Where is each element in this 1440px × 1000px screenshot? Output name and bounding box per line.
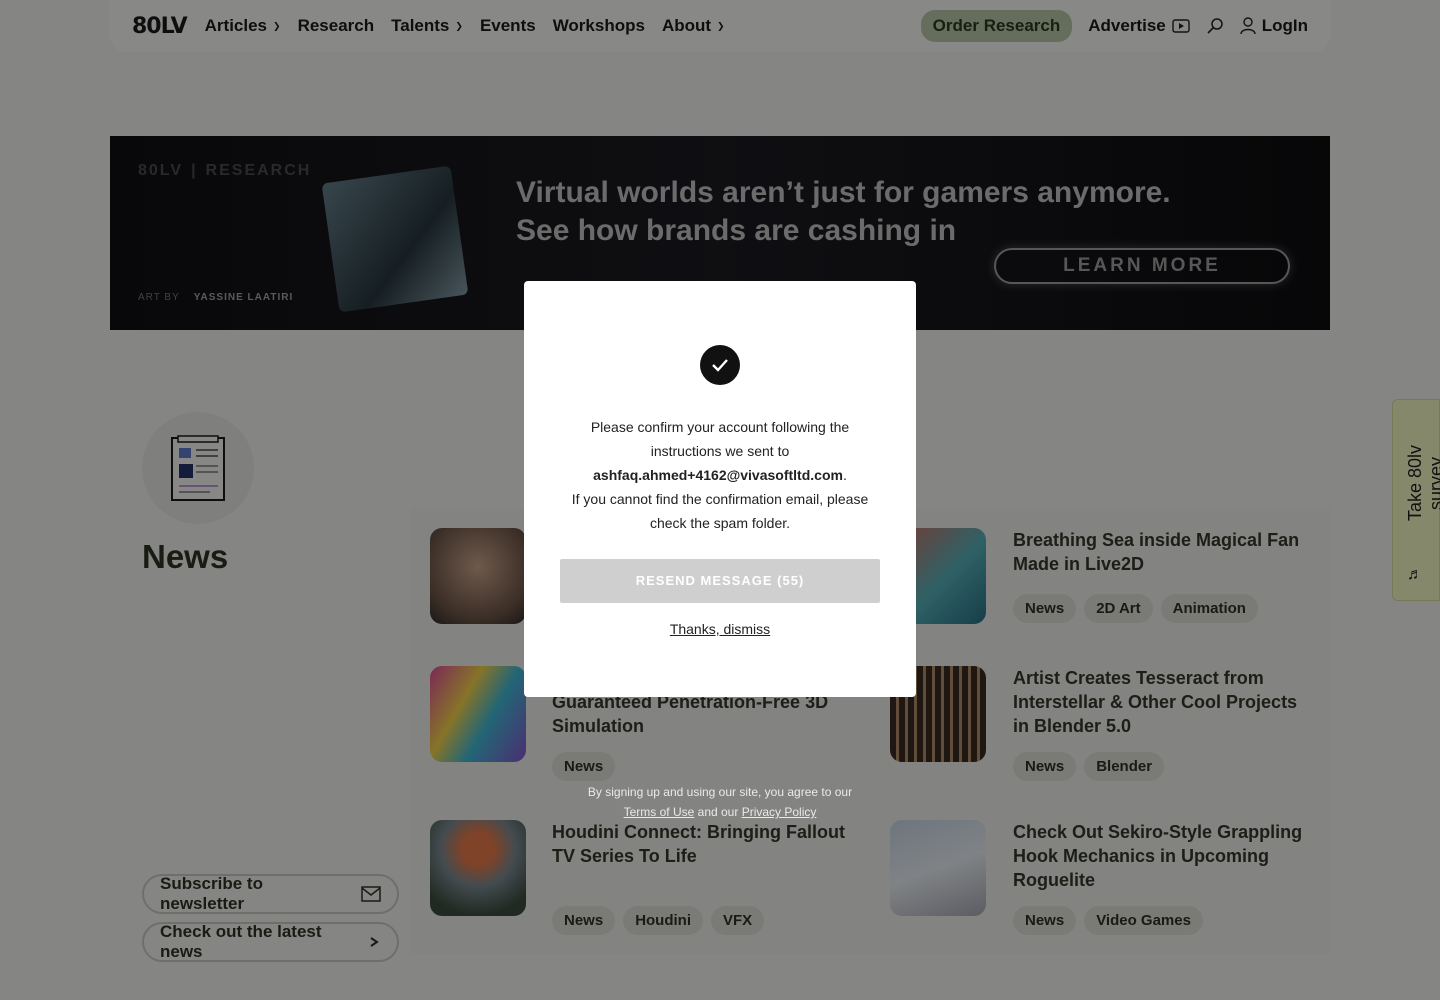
confirmation-email: ashfaq.ahmed+4162@vivasoftltd.com (593, 467, 843, 483)
confirmation-line2: If you cannot find the confirmation emai… (571, 491, 869, 531)
confirm-account-dialog: Please confirm your account following th… (524, 281, 916, 697)
legal-text: By signing up and using our site, you ag… (587, 785, 853, 799)
terms-of-use-link[interactable]: Terms of Use (624, 805, 695, 819)
confirmation-line1: Please confirm your account following th… (590, 419, 850, 459)
checkmark-icon (700, 345, 740, 385)
legal-and: and our (697, 805, 739, 819)
confirmation-message: Please confirm your account following th… (571, 419, 869, 531)
legal-notice: By signing up and using our site, you ag… (560, 782, 880, 822)
dismiss-link[interactable]: Thanks, dismiss (524, 621, 916, 637)
resend-message-button[interactable]: RESEND MESSAGE (55) (560, 559, 880, 603)
privacy-policy-link[interactable]: Privacy Policy (742, 805, 817, 819)
